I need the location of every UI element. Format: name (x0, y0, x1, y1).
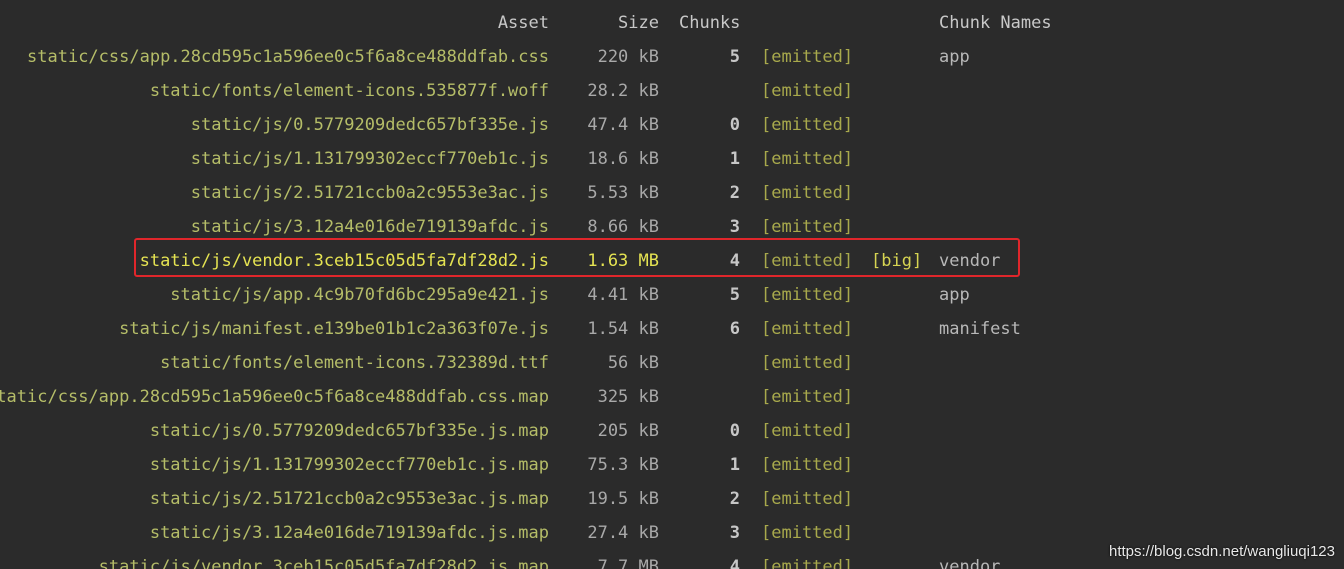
asset-name: static/js/0.5779209dedc657bf335e.js.map (149, 421, 549, 441)
header-asset: Asset (497, 13, 549, 33)
emitted-status: [emitted] (761, 285, 854, 305)
asset-size: 205 kB (597, 421, 659, 441)
chunk-id: 1 (729, 149, 740, 169)
asset-name: static/js/vendor.3ceb15c05d5fa7df28d2.js… (98, 557, 549, 569)
asset-size: 1.63 MB (587, 251, 659, 271)
table-row: static/js/0.5779209dedc657bf335e.js 47.4 … (0, 108, 1344, 142)
chunk-id: 3 (729, 523, 740, 543)
asset-name: static/fonts/element-icons.732389d.ttf (160, 353, 549, 373)
asset-size: 28.2 kB (587, 81, 659, 101)
table-header: Asset Size Chunks Chunk Names (0, 6, 1344, 40)
asset-name: static/js/3.12a4e016de719139afdc.js (190, 217, 549, 237)
emitted-status: [emitted] (761, 455, 854, 475)
asset-name: static/fonts/element-icons.535877f.woff (149, 81, 549, 101)
chunk-name: manifest (939, 319, 1021, 339)
chunk-id: 6 (729, 319, 740, 339)
chunk-name: app (939, 47, 970, 67)
asset-name: static/js/vendor.3ceb15c05d5fa7df28d2.js (139, 251, 549, 271)
asset-size: 27.4 kB (587, 523, 659, 543)
asset-name: static/js/0.5779209dedc657bf335e.js (190, 115, 549, 135)
table-row: static/js/1.131799302eccf770eb1c.js 18.6 … (0, 142, 1344, 176)
emitted-status: [emitted] (761, 217, 854, 237)
big-flag: [big] (871, 251, 923, 271)
asset-name: static/js/2.51721ccb0a2c9553e3ac.js (190, 183, 549, 203)
table-row: static/js/3.12a4e016de719139afdc.js 8.66 … (0, 210, 1344, 244)
chunk-id: 5 (729, 47, 740, 67)
chunk-name: vendor (939, 251, 1001, 271)
asset-name: static/js/1.131799302eccf770eb1c.js.map (149, 455, 549, 475)
asset-name: static/js/3.12a4e016de719139afdc.js.map (149, 523, 549, 543)
emitted-status: [emitted] (761, 149, 854, 169)
asset-size: 4.41 kB (587, 285, 659, 305)
asset-size: 8.66 kB (587, 217, 659, 237)
chunk-id: 2 (729, 489, 740, 509)
header-chunk-names: Chunk Names (939, 13, 1052, 33)
chunk-id: 2 (729, 183, 740, 203)
asset-size: 19.5 kB (587, 489, 659, 509)
emitted-status: [emitted] (761, 183, 854, 203)
emitted-status: [emitted] (761, 387, 854, 407)
chunk-id: 0 (729, 115, 740, 135)
table-row: static/fonts/element-icons.535877f.woff 2… (0, 74, 1344, 108)
asset-size: 18.6 kB (587, 149, 659, 169)
asset-size: 56 kB (607, 353, 659, 373)
asset-name: static/js/2.51721ccb0a2c9553e3ac.js.map (149, 489, 549, 509)
table-row: static/css/app.28cd595c1a596ee0c5f6a8ce4… (0, 40, 1344, 74)
watermark: https://blog.csdn.net/wangliuqi123 (1109, 543, 1335, 560)
chunk-id: 3 (729, 217, 740, 237)
table-row: static/fonts/element-icons.732389d.ttf 56… (0, 346, 1344, 380)
asset-size: 5.53 kB (587, 183, 659, 203)
emitted-status: [emitted] (761, 523, 854, 543)
table-row: static/js/1.131799302eccf770eb1c.js.map 7… (0, 448, 1344, 482)
emitted-status: [emitted] (761, 489, 854, 509)
chunk-id: 4 (729, 557, 740, 569)
asset-size: 1.54 kB (587, 319, 659, 339)
emitted-status: [emitted] (761, 115, 854, 135)
asset-name: static/css/app.28cd595c1a596ee0c5f6a8ce4… (27, 47, 549, 67)
asset-size: 325 kB (597, 387, 659, 407)
chunk-id: 1 (729, 455, 740, 475)
emitted-status: [emitted] (761, 353, 854, 373)
header-size: Size (618, 13, 659, 33)
table-row: static/js/app.4c9b70fd6bc295a9e421.js 4.4… (0, 278, 1344, 312)
emitted-status: [emitted] (761, 251, 854, 271)
table-row: static/js/0.5779209dedc657bf335e.js.map 2… (0, 414, 1344, 448)
asset-size: 220 kB (597, 47, 659, 67)
chunk-id: 5 (729, 285, 740, 305)
asset-size: 47.4 kB (587, 115, 659, 135)
emitted-status: [emitted] (761, 421, 854, 441)
emitted-status: [emitted] (761, 47, 854, 67)
chunk-name: vendor (939, 557, 1001, 569)
emitted-status: [emitted] (761, 81, 854, 101)
table-row: static/css/app.28cd595c1a596ee0c5f6a8ce4… (0, 380, 1344, 414)
header-chunks: Chunks (679, 13, 741, 33)
table-row: static/js/manifest.e139be01b1c2a363f07e.… (0, 312, 1344, 346)
chunk-name: app (939, 285, 970, 305)
emitted-status: [emitted] (761, 557, 854, 569)
asset-size: 7.7 MB (597, 557, 659, 569)
emitted-status: [emitted] (761, 319, 854, 339)
asset-name: static/js/manifest.e139be01b1c2a363f07e.… (119, 319, 549, 339)
terminal-output: Asset Size Chunks Chunk Names static/css… (0, 0, 1344, 569)
asset-name: static/js/app.4c9b70fd6bc295a9e421.js (170, 285, 549, 305)
table-row: static/js/vendor.3ceb15c05d5fa7df28d2.js… (0, 244, 1344, 278)
table-row: static/js/2.51721ccb0a2c9553e3ac.js.map 1… (0, 482, 1344, 516)
chunk-id: 4 (729, 251, 740, 271)
table-row: static/js/2.51721ccb0a2c9553e3ac.js 5.53 … (0, 176, 1344, 210)
asset-name: static/js/1.131799302eccf770eb1c.js (190, 149, 549, 169)
chunk-id: 0 (729, 421, 740, 441)
asset-name: static/css/app.28cd595c1a596ee0c5f6a8ce4… (0, 387, 549, 407)
asset-size: 75.3 kB (587, 455, 659, 475)
